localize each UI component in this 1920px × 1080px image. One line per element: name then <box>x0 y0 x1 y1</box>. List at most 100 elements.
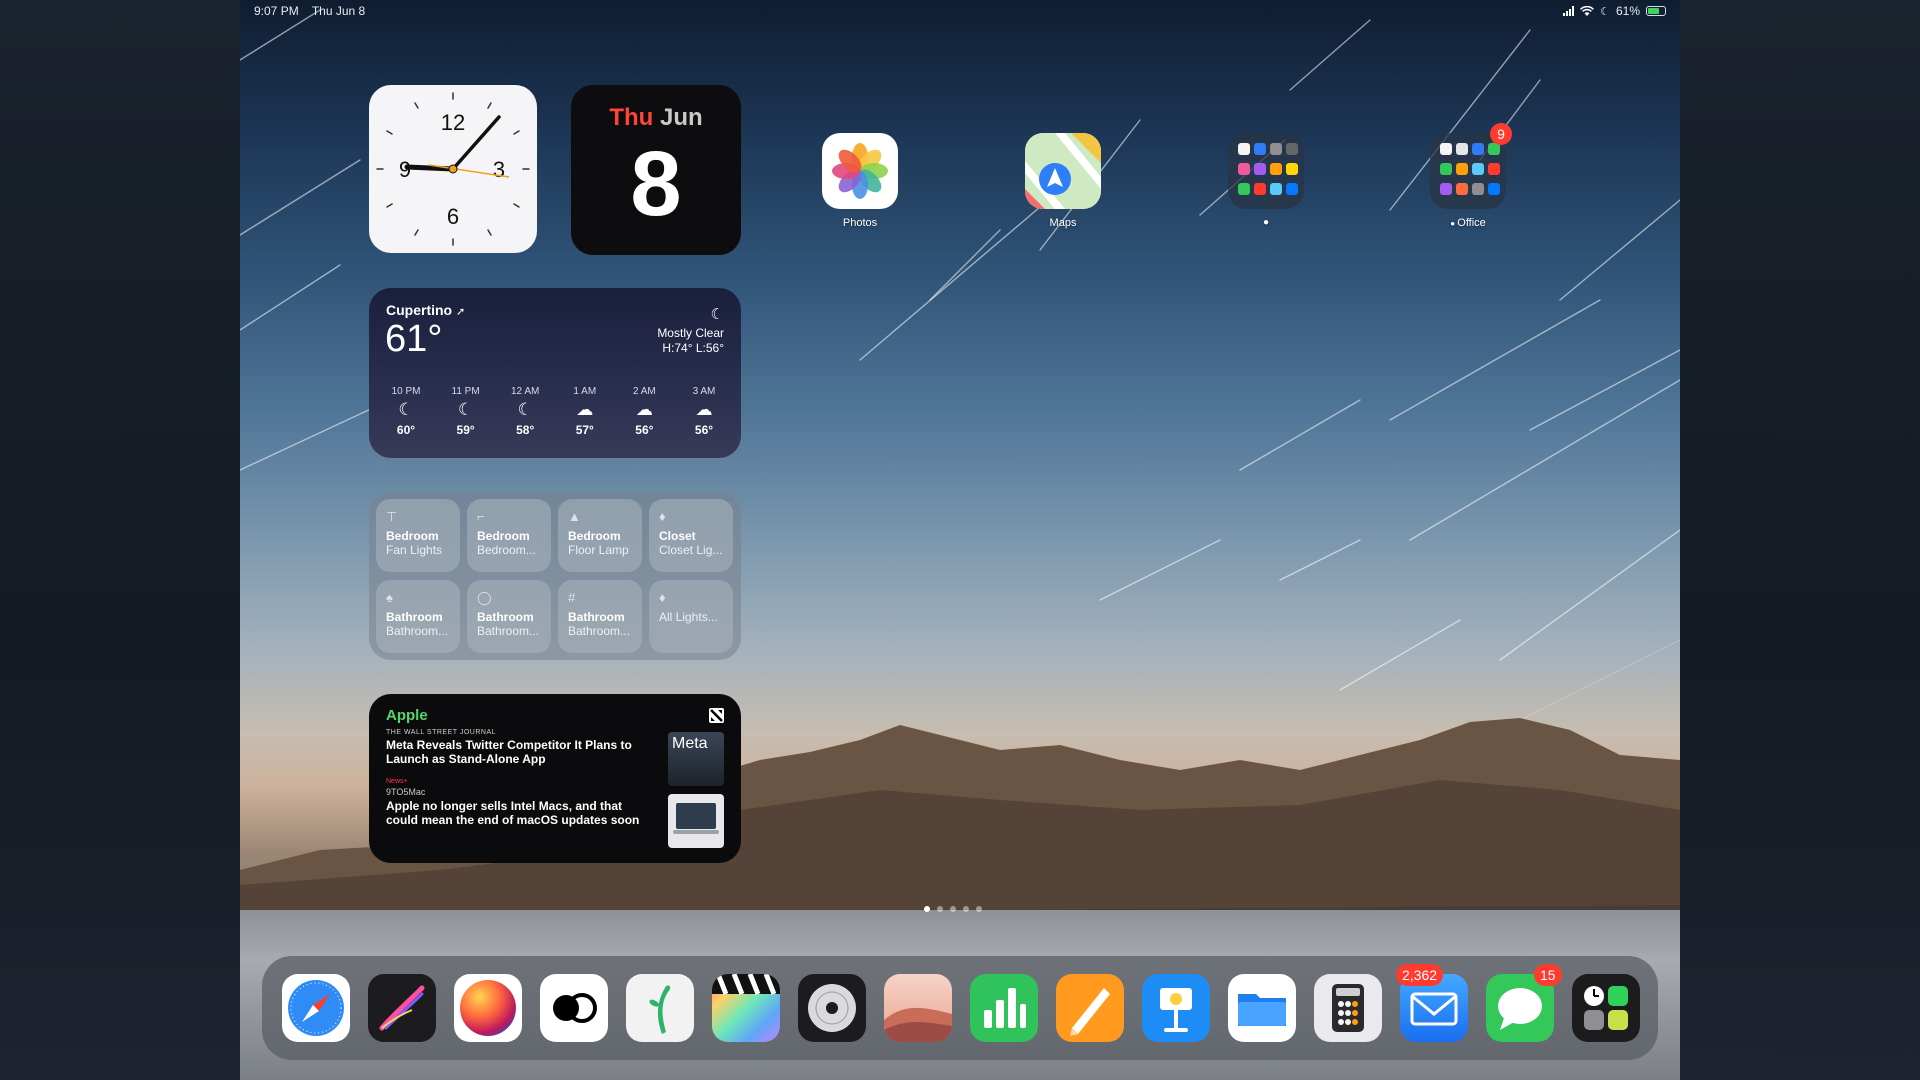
accessory-name: Floor Lamp <box>568 543 629 557</box>
home-accessory-tile[interactable]: ▲ Bedroom Floor Lamp <box>558 499 642 572</box>
clock-numeral-12: 12 <box>441 110 465 135</box>
page-dot[interactable] <box>950 906 956 912</box>
numbers-icon[interactable] <box>970 974 1038 1042</box>
news-plus-label: News+ <box>386 778 408 785</box>
switch-icon: # <box>568 590 576 605</box>
rings-icon[interactable] <box>540 974 608 1042</box>
calendar-widget[interactable]: Thu Jun 8 <box>571 85 741 255</box>
home-accessory-tile[interactable]: ♦ Closet Closet Lig... <box>649 499 733 572</box>
weather-hourly-forecast: 10 PM ☾ 60° 11 PM ☾ 59° 12 AM ☾ 58° 1 AM… <box>377 386 733 437</box>
accessory-name: Bathroom... <box>386 624 449 638</box>
accessory-name: Bathroom... <box>477 624 540 638</box>
news-widget[interactable]: Apple THE WALL STREET JOURNAL Meta Revea… <box>369 694 741 863</box>
weather-temperature: 61° <box>385 318 443 360</box>
news-headline: Apple no longer sells Intel Macs, and th… <box>386 799 640 827</box>
clock-numeral-6: 6 <box>447 204 459 229</box>
moon-icon: ☾ <box>517 400 533 419</box>
light-strip-icon: ◯ <box>477 590 492 605</box>
news-story[interactable]: News+ 9TO5Mac Apple no longer sells Inte… <box>386 766 654 827</box>
analog-clock-face: 12 3 6 9 <box>376 92 530 246</box>
home-widget: ⊤ Bedroom Fan Lights ⌐ Bedroom Bedroom..… <box>369 492 741 660</box>
page-dot[interactable] <box>924 906 930 912</box>
mail-icon[interactable]: 2,362 <box>1396 964 1468 1042</box>
accessory-room: Bathroom <box>386 610 443 624</box>
app-photos[interactable]: Photos <box>822 133 898 229</box>
cellular-signal-icon <box>1563 6 1575 16</box>
clock-widget[interactable]: 12 3 6 9 <box>369 85 537 253</box>
accessory-room: Bathroom <box>477 610 534 624</box>
fern-icon[interactable] <box>626 974 694 1042</box>
status-date: Thu Jun 8 <box>311 4 366 18</box>
light-bulb-icon: ♦ <box>659 509 666 524</box>
news-thumbnail: Meta <box>668 732 724 786</box>
home-accessory-tile[interactable]: ♦ All Lights... <box>649 580 733 653</box>
hourly-forecast-item: 11 PM ☾ 59° <box>437 386 495 437</box>
news-publisher: THE WALL STREET JOURNAL <box>386 729 497 736</box>
color-orb-icon[interactable] <box>454 974 522 1042</box>
apple-folder-icon <box>1228 133 1304 209</box>
page-dot[interactable] <box>937 906 943 912</box>
accessory-name: Fan Lights <box>386 543 443 557</box>
forecast-temp: 59° <box>456 423 475 437</box>
forecast-time: 11 PM <box>451 386 480 397</box>
cloud-moon-icon: ☁ <box>695 400 713 419</box>
pages-icon[interactable] <box>1056 974 1124 1042</box>
weather-widget[interactable]: Cupertino ➚ 61° ☾ Mostly Clear H:74° L:5… <box>369 288 741 458</box>
page-dot[interactable] <box>976 906 982 912</box>
page-dot[interactable] <box>963 906 969 912</box>
news-thumbnail <box>668 794 724 848</box>
accessory-name: Bathroom... <box>568 624 631 638</box>
app-library-icon[interactable] <box>1572 974 1640 1042</box>
forecast-temp: 56° <box>694 423 714 437</box>
home-accessory-tile[interactable]: ⊤ Bedroom Fan Lights <box>376 499 460 572</box>
calculator-icon[interactable] <box>1314 974 1382 1042</box>
app-folder-office[interactable]: 9 ● Office <box>1430 123 1512 229</box>
news-headline: Meta Reveals Twitter Competitor It Plans… <box>386 738 632 766</box>
news-source: Apple <box>386 707 428 724</box>
files-icon[interactable] <box>1228 974 1296 1042</box>
floor-lamp-icon: ▲ <box>568 509 581 524</box>
page-indicator[interactable] <box>924 906 982 912</box>
accessory-name: Closet Lig... <box>659 543 723 557</box>
cloud-moon-icon: ☁ <box>576 400 594 419</box>
focus-moon-icon: ☾ <box>1600 5 1610 18</box>
hourly-forecast-item: 12 AM ☾ 58° <box>496 386 554 437</box>
office-folder-icon <box>1430 133 1506 209</box>
app-maps[interactable]: Maps <box>1025 133 1101 229</box>
messages-icon[interactable]: 15 <box>1486 964 1562 1042</box>
safari-icon[interactable] <box>282 974 350 1042</box>
app-label: ● Office <box>1430 217 1506 229</box>
disc-icon[interactable] <box>798 974 866 1042</box>
moon-icon: ☾ <box>398 400 414 419</box>
news-publisher: 9TO5Mac <box>386 787 426 797</box>
app-label: Photos <box>842 217 878 229</box>
home-accessory-tile[interactable]: # Bathroom Bathroom... <box>558 580 642 653</box>
hourly-forecast-item: 3 AM ☁ 56° <box>675 386 733 437</box>
weather-high-low: H:74° L:56° <box>662 341 724 355</box>
hourly-forecast-item: 10 PM ☾ 60° <box>377 386 435 437</box>
thumbnail-text: Meta <box>672 735 708 752</box>
forecast-time: 12 AM <box>511 386 540 397</box>
app-folder-apple[interactable]: ● <box>1228 133 1304 228</box>
home-accessory-tile[interactable]: ⌐ Bedroom Bedroom... <box>467 499 551 572</box>
calendar-header: Thu Jun <box>571 104 741 132</box>
moon-icon: ☾ <box>710 306 724 323</box>
home-accessory-tile[interactable]: ◯ Bathroom Bathroom... <box>467 580 551 653</box>
procreate-icon[interactable] <box>368 974 436 1042</box>
forecast-time: 3 AM <box>692 386 716 397</box>
weather-condition: Mostly Clear <box>657 326 724 340</box>
home-accessory-tile[interactable]: ♠ Bathroom Bathroom... <box>376 580 460 653</box>
keynote-icon[interactable] <box>1142 974 1210 1042</box>
cloud-moon-icon: ☁ <box>635 400 653 419</box>
right-backdrop <box>1680 0 1920 1080</box>
forecast-temp: 57° <box>575 423 594 437</box>
dunes-icon[interactable] <box>884 974 952 1042</box>
clapper-icon[interactable] <box>712 974 780 1042</box>
notification-badge: 15 <box>1534 964 1562 986</box>
ipad-home-screen: 9:07 PM Thu Jun 8 ☾ 61% 12 3 6 9 Thu Jun… <box>240 0 1680 1080</box>
accessory-room: Bathroom <box>568 610 625 624</box>
news-story[interactable]: THE WALL STREET JOURNAL Meta Reveals Twi… <box>386 729 654 766</box>
hourly-forecast-item: 1 AM ☁ 57° <box>556 386 614 437</box>
accessory-name: All Lights... <box>659 610 718 624</box>
app-label: Maps <box>1049 217 1077 229</box>
